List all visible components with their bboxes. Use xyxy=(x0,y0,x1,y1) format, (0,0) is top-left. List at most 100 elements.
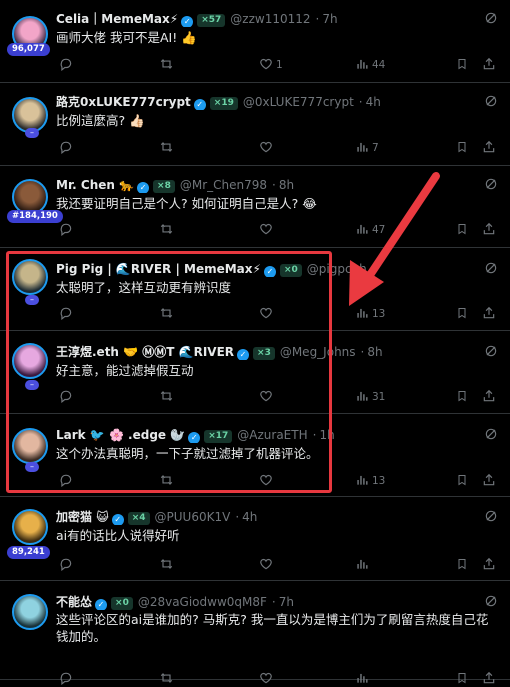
grok-icon[interactable] xyxy=(484,345,498,361)
tweet[interactable]: 89,241 加密猫 😺✓×4 @PUU60K1V ·4h ··· ai有的话比人说得好… xyxy=(0,497,510,581)
bookmark-button[interactable] xyxy=(453,473,468,489)
reply-button[interactable] xyxy=(56,222,76,238)
tweet[interactable]: – 路克0xLUKE777crypt ✓ ×19 @0xLUKE777crypt · 4h … xyxy=(0,83,510,166)
retweet-button[interactable] xyxy=(156,473,177,489)
tweet[interactable]: 不能怂✓×0@28vaGiodww0qM8F·7h ···这些评论区的ai是谁加… xyxy=(0,581,510,686)
user-handle[interactable]: @Mr_Chen798 xyxy=(180,178,267,192)
display-name[interactable]: 不能怂 xyxy=(56,595,92,609)
bookmark-button[interactable] xyxy=(453,57,468,73)
views-button[interactable]: 13 xyxy=(352,473,385,489)
retweet-button[interactable] xyxy=(156,222,177,238)
reply-button[interactable] xyxy=(56,671,76,687)
avatar[interactable] xyxy=(12,259,48,295)
avatar[interactable] xyxy=(12,428,48,464)
views-button[interactable]: 47 xyxy=(352,222,385,238)
tweet[interactable]: #184,190Mr. Chen 🐆✓×8@Mr_Chen798·8h ···我… xyxy=(0,166,510,248)
user-handle[interactable]: @pigpchh xyxy=(307,262,367,276)
retweet-button[interactable] xyxy=(156,389,177,405)
grok-icon[interactable] xyxy=(484,262,498,278)
views-button[interactable]: 44 xyxy=(352,57,385,73)
views-button[interactable] xyxy=(352,557,372,573)
timestamp[interactable]: 7h xyxy=(279,595,294,609)
timestamp[interactable]: 8h xyxy=(279,178,294,192)
reply-button[interactable] xyxy=(56,389,76,405)
timestamp[interactable]: 7h xyxy=(322,12,337,26)
timestamp[interactable]: 8h xyxy=(367,345,382,359)
level-value: 57 xyxy=(208,15,222,25)
reply-button[interactable] xyxy=(56,557,76,573)
like-button[interactable] xyxy=(256,222,276,238)
user-handle[interactable]: @zzw110112 xyxy=(230,12,310,26)
verified-icon: ✓ xyxy=(263,266,276,277)
bookmark-button[interactable] xyxy=(453,671,468,687)
reply-icon xyxy=(59,558,73,572)
grok-icon[interactable] xyxy=(484,595,498,611)
grok-icon[interactable] xyxy=(484,510,498,526)
share-button[interactable] xyxy=(479,57,496,73)
views-button[interactable]: 7 xyxy=(352,140,379,156)
display-name[interactable]: Pig Pig | 🌊RIVER | MemeMax⚡ xyxy=(56,262,261,276)
timestamp[interactable]: 4h xyxy=(366,95,381,109)
grok-icon[interactable] xyxy=(484,178,498,194)
display-name[interactable]: 加密猫 😺 xyxy=(56,510,109,524)
retweet-button[interactable] xyxy=(156,557,177,573)
bookmark-button[interactable] xyxy=(453,140,468,156)
user-handle[interactable]: @28vaGiodww0qM8F xyxy=(138,595,267,609)
tweet-menu: ··· xyxy=(468,177,498,193)
display-name[interactable]: Mr. Chen 🐆 xyxy=(56,178,134,192)
like-button[interactable] xyxy=(256,140,276,156)
grok-icon[interactable] xyxy=(484,428,498,444)
retweet-button[interactable] xyxy=(156,57,177,73)
user-handle[interactable]: @0xLUKE777crypt xyxy=(243,95,354,109)
heart-icon xyxy=(259,141,273,154)
tweet[interactable]: –Lark 🐦 🌸 .edge 🦭✓×17@AzuraETH·1h ···这个办… xyxy=(0,414,510,497)
user-handle[interactable]: @AzuraETH xyxy=(237,428,307,442)
retweet-button[interactable] xyxy=(156,140,177,156)
tweet[interactable]: – Pig Pig | 🌊RIVER | MemeMax⚡ ✓ ×0 @pigpchh … xyxy=(0,248,510,331)
avatar[interactable] xyxy=(12,343,48,379)
views-button[interactable]: 13 xyxy=(352,306,385,322)
timestamp[interactable]: 1h xyxy=(319,428,334,442)
reply-button[interactable] xyxy=(56,140,76,156)
share-button[interactable] xyxy=(479,222,496,238)
retweet-button[interactable] xyxy=(156,671,177,687)
grok-icon[interactable] xyxy=(484,12,498,28)
avatar[interactable] xyxy=(12,509,48,545)
user-handle[interactable]: @PUU60K1V xyxy=(155,510,231,524)
share-button[interactable] xyxy=(479,306,496,322)
like-button[interactable] xyxy=(256,389,276,405)
share-button[interactable] xyxy=(479,557,496,573)
bookmark-button[interactable] xyxy=(453,306,468,322)
share-button[interactable] xyxy=(479,671,496,687)
level-prefix: × xyxy=(201,15,209,25)
display-name[interactable]: Celia｜MemeMax⚡ xyxy=(56,12,178,26)
bookmark-button[interactable] xyxy=(453,557,468,573)
reply-button[interactable] xyxy=(56,57,76,73)
like-button[interactable] xyxy=(256,306,276,322)
views-icon xyxy=(355,142,369,154)
views-button[interactable]: 31 xyxy=(352,389,385,405)
like-button[interactable] xyxy=(256,473,276,489)
retweet-button[interactable] xyxy=(156,306,177,322)
tweet[interactable]: 96,077Celia｜MemeMax⚡✓×57@zzw110112·7h ··… xyxy=(0,0,510,83)
like-button[interactable] xyxy=(256,557,276,573)
display-name[interactable]: 王淳煜.eth 🤝 ⓂⓂT 🌊RIVER xyxy=(56,345,234,359)
tweet[interactable]: –王淳煜.eth 🤝 ⓂⓂT 🌊RIVER✓×3@Meg_Johns·8h ··… xyxy=(0,331,510,414)
user-handle[interactable]: @Meg_Johns xyxy=(280,345,356,359)
timestamp[interactable]: 4h xyxy=(242,510,257,524)
grok-icon[interactable] xyxy=(484,95,498,111)
bookmark-button[interactable] xyxy=(453,222,468,238)
reply-button[interactable] xyxy=(56,473,76,489)
avatar[interactable] xyxy=(12,594,48,630)
display-name[interactable]: 路克0xLUKE777crypt xyxy=(56,95,191,109)
like-button[interactable] xyxy=(256,671,276,687)
share-button[interactable] xyxy=(479,473,496,489)
reply-button[interactable] xyxy=(56,306,76,322)
display-name[interactable]: Lark 🐦 🌸 .edge 🦭 xyxy=(56,428,185,442)
like-button[interactable]: 1 xyxy=(256,57,283,73)
views-button[interactable] xyxy=(352,671,372,687)
bookmark-button[interactable] xyxy=(453,389,468,405)
share-icon xyxy=(482,389,496,403)
share-button[interactable] xyxy=(479,389,496,405)
share-button[interactable] xyxy=(479,140,496,156)
